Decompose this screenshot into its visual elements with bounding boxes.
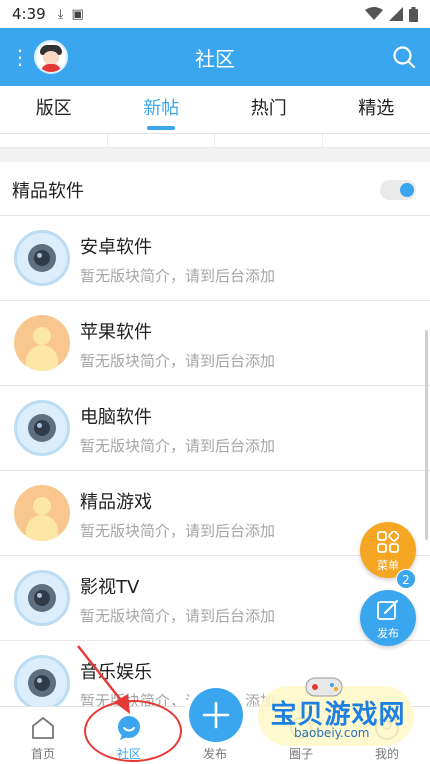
plus-icon xyxy=(202,701,230,729)
strip-divider xyxy=(107,134,108,148)
forum-title: 苹果软件 xyxy=(80,322,152,343)
person-icon xyxy=(14,315,70,371)
watermark-url: baobeiy.com xyxy=(294,726,370,740)
strip-divider xyxy=(214,134,215,148)
tab-board[interactable]: 版区 xyxy=(0,86,108,133)
nav-home-label: 首页 xyxy=(30,747,55,761)
tab-featured[interactable]: 精选 xyxy=(323,86,430,133)
list-item[interactable]: 苹果软件 暂无版块简介，请到后台添加 xyxy=(0,301,430,386)
nav-post-label: 发布 xyxy=(202,747,227,761)
camera-icon xyxy=(14,655,70,711)
scrollbar[interactable] xyxy=(425,330,428,540)
watermark: 宝贝游戏网 baobeiy.com xyxy=(254,668,422,748)
battery-icon xyxy=(409,6,418,22)
section-title: 精品软件 xyxy=(12,181,84,202)
tab-new-posts[interactable]: 新帖 xyxy=(108,86,216,133)
edit-icon xyxy=(377,600,398,620)
forum-desc: 暂无版块简介，请到后台添加 xyxy=(80,267,276,285)
tab-hot[interactable]: 热门 xyxy=(215,86,323,133)
status-time: 4:39 xyxy=(12,5,46,23)
strip-divider xyxy=(322,134,323,148)
status-right xyxy=(365,6,418,22)
status-bar: 4:39 ⤓ ▣ xyxy=(0,0,430,28)
forum-desc: 暂无版块简介，请到后台添加 xyxy=(80,352,276,370)
post-fab-label: 发布 xyxy=(377,627,399,640)
search-icon[interactable] xyxy=(392,45,416,69)
forum-title: 安卓软件 xyxy=(80,237,152,258)
list-item[interactable]: 电脑软件 暂无版块简介，请到后台添加 xyxy=(0,386,430,471)
forum-title: 精品游戏 xyxy=(80,492,152,513)
forum-desc: 暂无版块简介，请到后台添加 xyxy=(80,607,276,625)
app-bar: ⋮ 社区 xyxy=(0,28,430,86)
post-center-button[interactable] xyxy=(189,688,243,742)
page-title: 社区 xyxy=(195,46,235,71)
section-toggle[interactable] xyxy=(380,180,416,200)
wifi-icon xyxy=(365,7,383,20)
list-item[interactable]: 安卓软件 暂无版块简介，请到后台添加 xyxy=(0,216,430,301)
forum-desc: 暂无版块简介，请到后台添加 xyxy=(80,437,276,455)
camera-icon xyxy=(14,400,70,456)
menu-badge: 2 xyxy=(396,569,416,589)
camera-icon xyxy=(14,230,70,286)
previous-section-strip xyxy=(0,134,430,148)
app-notification-icon: ▣ xyxy=(71,6,84,22)
forum-list: 安卓软件 暂无版块简介，请到后台添加 苹果软件 暂无版块简介，请到后台添加 电脑… xyxy=(0,216,430,726)
annotation-circle xyxy=(84,700,182,762)
tab-bar: 版区 新帖 热门 精选 xyxy=(0,86,430,134)
camera-icon xyxy=(14,570,70,626)
post-fab-button[interactable]: 发布 xyxy=(360,590,416,646)
grid-menu-icon xyxy=(377,531,399,553)
signal-icon xyxy=(389,7,403,21)
person-icon xyxy=(14,485,70,541)
forum-title: 影视TV xyxy=(80,577,140,598)
forum-desc: 暂无版块简介，请到后台添加 xyxy=(80,522,276,540)
section-header: 精品软件 xyxy=(0,162,430,216)
download-icon: ⤓ xyxy=(57,6,64,22)
home-icon xyxy=(32,717,54,739)
forum-title: 电脑软件 xyxy=(80,407,152,428)
